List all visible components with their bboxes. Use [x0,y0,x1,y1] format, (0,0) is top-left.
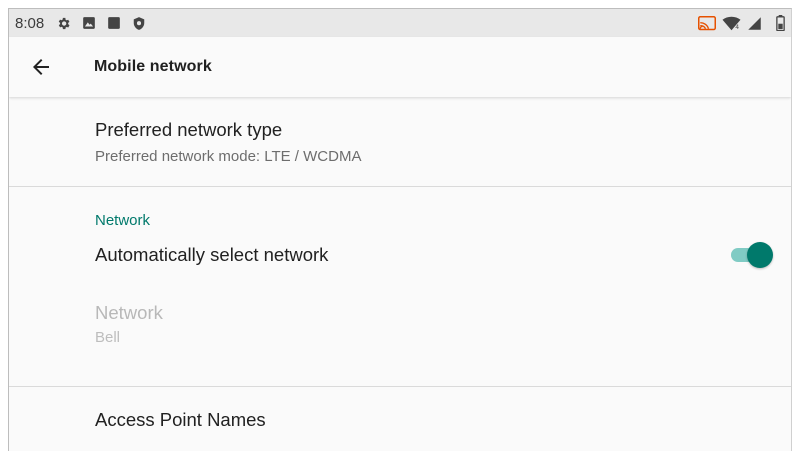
cast-icon [698,15,716,31]
network-operator-title: Network [95,302,163,323]
page-title: Mobile network [94,58,212,75]
network-section-header: Network [95,212,151,229]
status-bar: 8:08 4 [9,9,791,37]
battery-icon [776,15,785,31]
shield-icon [132,16,146,31]
svg-text:4: 4 [735,23,739,30]
auto-select-network-toggle[interactable] [727,240,773,270]
status-right-icons: 4 [698,15,785,31]
status-left-icons [56,16,146,31]
access-point-names-title: Access Point Names [95,409,266,430]
auto-select-network-item[interactable]: Automatically select network [9,231,791,279]
preferred-network-type-summary: Preferred network mode: LTE / WCDMA [95,148,362,165]
arrow-left-icon [29,55,53,79]
square-icon [107,16,121,30]
wifi-icon: 4 [722,16,741,31]
cell-signal-icon [747,16,762,31]
network-operator-item: Network Bell [9,279,791,386]
gear-icon [56,16,71,31]
toggle-thumb [747,242,773,268]
back-button[interactable] [26,52,56,82]
settings-list: Preferred network type Preferred network… [9,97,791,451]
status-time: 8:08 [15,14,45,32]
network-operator-summary: Bell [95,329,121,346]
preferred-network-type-title: Preferred network type [95,119,283,140]
device-screen: 8:08 4 Mobile network Preferred network … [8,8,792,451]
app-bar: Mobile network [9,37,791,97]
photo-icon [82,16,96,30]
access-point-names-item[interactable]: Access Point Names [9,387,791,451]
auto-select-network-title: Automatically select network [95,244,329,265]
preferred-network-type-item[interactable]: Preferred network type Preferred network… [9,97,791,186]
